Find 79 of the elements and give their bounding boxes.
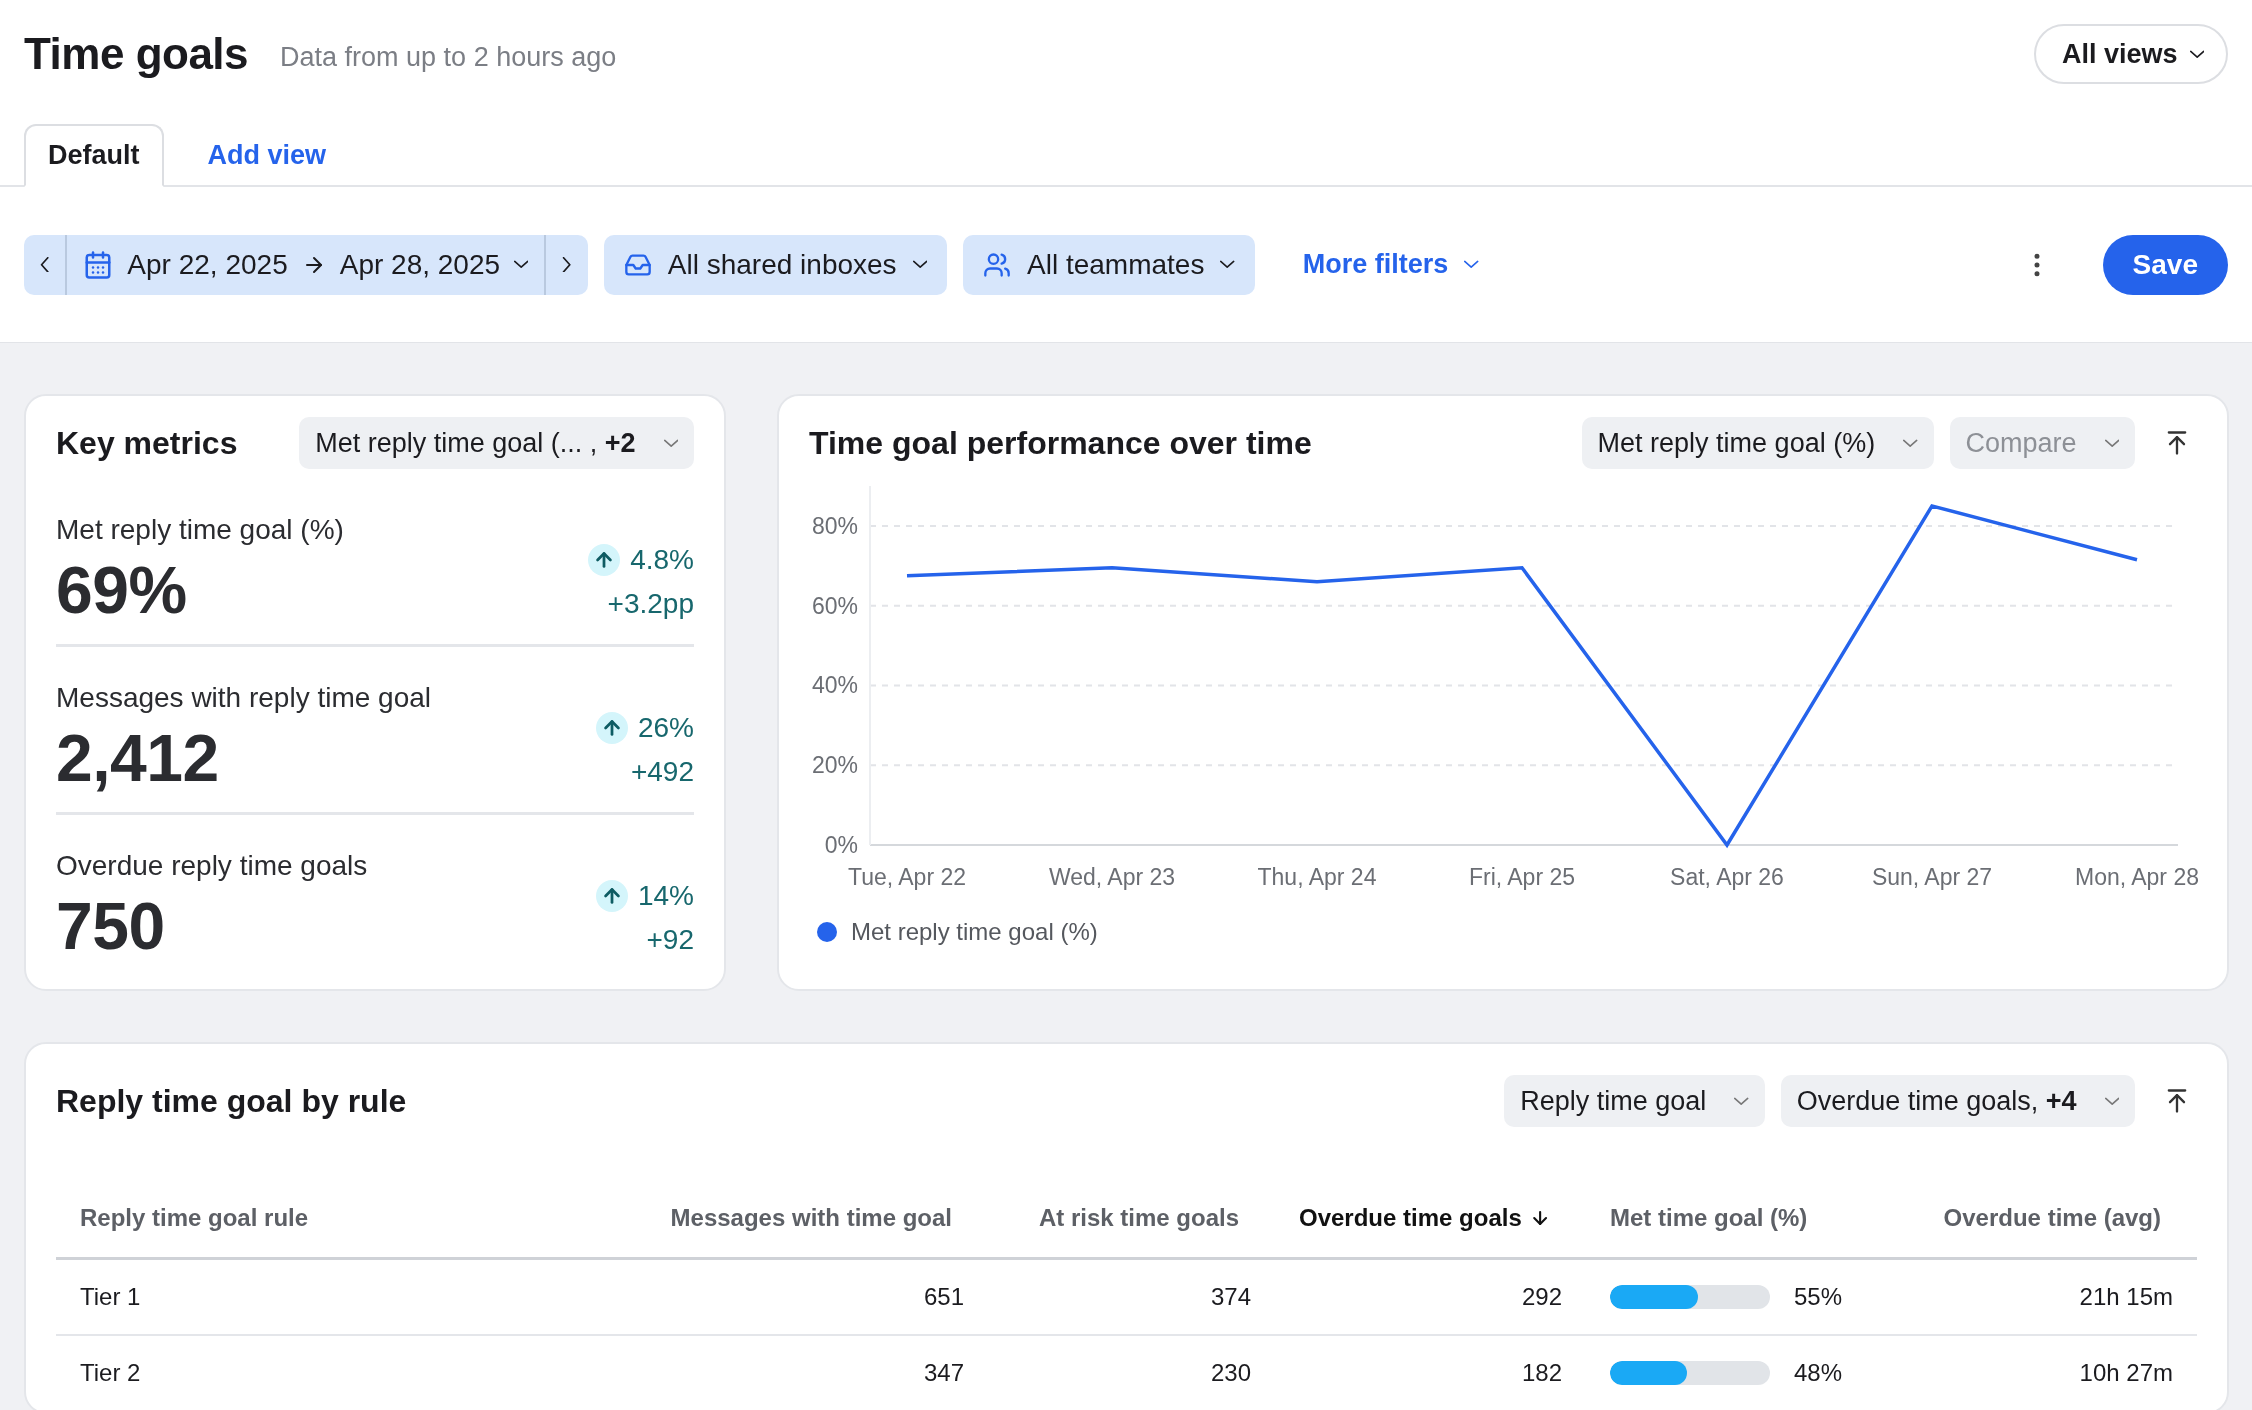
x-tick-label: Mon, Apr 28 — [2075, 864, 2199, 890]
chevron-down-icon — [912, 260, 927, 269]
column-header[interactable]: Overdue time goals — [1275, 1178, 1586, 1260]
x-tick-label: Tue, Apr 22 — [847, 864, 967, 890]
chevron-down-icon — [663, 438, 678, 448]
table-cell: 651 — [923, 1283, 964, 1311]
chevron-down-icon — [1464, 260, 1479, 269]
date-range-picker[interactable]: Apr 22, 2025 Apr 28, 2025 — [65, 234, 545, 295]
views-dropdown[interactable]: All views — [2034, 24, 2228, 84]
chevron-right-icon — [562, 256, 572, 273]
page-subtitle: Data from up to 2 hours ago — [280, 41, 617, 73]
people-icon — [983, 250, 1011, 279]
chevron-down-icon — [1734, 1096, 1749, 1106]
metric-label: Overdue reply time goals — [56, 850, 368, 882]
metric-delta: +492 — [630, 756, 694, 788]
table-cell: 55% — [1794, 1283, 1843, 1311]
metric-delta: +92 — [646, 924, 694, 956]
metric-select[interactable]: Met reply time goal (%) — [1581, 417, 1934, 469]
chevron-down-icon — [1220, 260, 1235, 269]
metric-label: Messages with reply time goal — [56, 682, 432, 714]
chevron-down-icon — [514, 260, 529, 269]
legend-label: Met reply time goal (%) — [851, 918, 1098, 946]
table-cell: 182 — [1521, 1359, 1562, 1387]
chevron-left-icon — [40, 256, 50, 273]
metric-value: 2,412 — [56, 720, 220, 796]
metric-label: Met reply time goal (%) — [56, 514, 344, 546]
metric-change: 4.8% — [630, 544, 694, 576]
tab[interactable]: Add view — [183, 124, 351, 187]
tab[interactable]: Default — [24, 124, 164, 187]
x-tick-label: Sat, Apr 26 — [1670, 864, 1784, 890]
arrow-up-icon — [595, 712, 628, 744]
arrow-up-icon — [595, 880, 628, 912]
chevron-down-icon — [2104, 1096, 2119, 1106]
save-button[interactable]: Save — [2102, 234, 2228, 295]
table-cell: 374 — [1210, 1283, 1251, 1311]
metric-delta: +3.2pp — [607, 588, 694, 620]
card-title: Time goal performance over time — [809, 424, 1312, 462]
card-title: Key metrics — [56, 424, 238, 462]
page-title: Time goals — [24, 29, 249, 79]
more-filters-button[interactable]: More filters — [1282, 234, 1499, 295]
column-header[interactable]: Messages with time goal — [618, 1178, 988, 1260]
y-tick-label: 20% — [811, 752, 858, 779]
chevron-down-icon — [1903, 438, 1918, 448]
previous-button[interactable] — [24, 234, 66, 295]
metric-value: 750 — [56, 888, 166, 964]
table-cell: 292 — [1521, 1283, 1562, 1311]
arrow-up-icon — [588, 544, 621, 576]
y-tick-label: 60% — [811, 592, 858, 619]
x-tick-label: Thu, Apr 24 — [1257, 864, 1377, 890]
columns-select[interactable]: Overdue time goals, +4 — [1780, 1075, 2135, 1127]
inbox-filter[interactable]: All shared inboxes — [603, 234, 947, 295]
teammate-filter[interactable]: All teammates — [963, 234, 1255, 295]
table-cell: 48% — [1794, 1359, 1843, 1387]
card-title: Reply time goal by rule — [56, 1082, 407, 1120]
y-tick-label: 80% — [811, 512, 858, 539]
table-cell: 347 — [923, 1359, 964, 1387]
table-cell: 230 — [1210, 1359, 1251, 1387]
metric-change: 26% — [637, 712, 694, 744]
chevron-down-icon — [2189, 49, 2204, 59]
metric-value: 69% — [56, 552, 188, 628]
metric-select[interactable]: Met reply time goal (... , +2 — [299, 417, 694, 469]
table-cell: Tier 2 — [80, 1359, 141, 1387]
column-header[interactable]: At risk time goals — [988, 1178, 1275, 1260]
table-cell: 10h 27m — [2079, 1359, 2173, 1387]
table-cell: 21h 15m — [2079, 1283, 2173, 1311]
chevron-down-icon — [2104, 438, 2119, 448]
x-tick-label: Wed, Apr 23 — [1048, 864, 1176, 890]
calendar-icon — [83, 249, 114, 280]
x-tick-label: Sun, Apr 27 — [1871, 864, 1993, 890]
column-header[interactable]: Met time goal (%) — [1586, 1178, 1882, 1260]
x-tick-label: Fri, Apr 25 — [1468, 864, 1576, 890]
column-header[interactable]: Overdue time (avg) — [1882, 1178, 2197, 1260]
metric-change: 14% — [637, 880, 694, 912]
group-select[interactable]: Reply time goal — [1504, 1075, 1765, 1127]
column-header[interactable]: Reply time goal rule — [56, 1178, 618, 1260]
y-tick-label: 40% — [811, 672, 858, 699]
next-button[interactable] — [544, 234, 588, 295]
y-tick-label: 0% — [824, 832, 858, 858]
table-cell: Tier 1 — [80, 1283, 141, 1311]
